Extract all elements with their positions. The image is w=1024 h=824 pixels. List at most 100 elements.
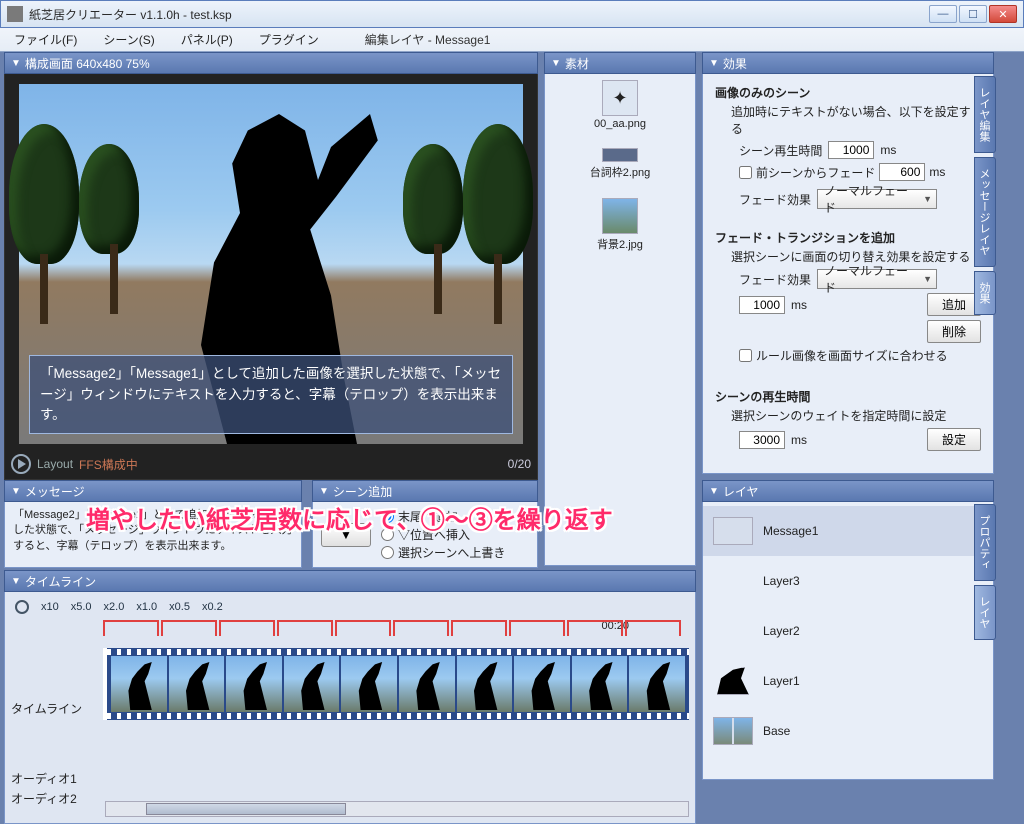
scene-play-input[interactable] (828, 141, 874, 159)
zoom-x10[interactable]: x10 (41, 601, 59, 613)
layer-row-layer2[interactable]: Layer2 (703, 606, 993, 656)
material-name: 00_aa.png (594, 118, 646, 130)
side-tab-effects[interactable]: 効果 (974, 271, 996, 315)
transition-effect-combo[interactable]: ノーマルフェード (817, 269, 937, 289)
zoom-x2[interactable]: x2.0 (104, 601, 125, 613)
track-label-audio2: オーディオ2 (11, 790, 77, 807)
scene-add-options: 末尾へ追加 ▽位置へ挿入 選択シーンへ上書き (381, 508, 505, 562)
zoom-x05[interactable]: x0.5 (169, 601, 190, 613)
side-tab-message-layer[interactable]: メッセージレイヤ (974, 157, 996, 267)
scene-add-option-append[interactable]: 末尾へ追加 (381, 508, 505, 526)
scene-add-panel: ▼シーン追加 ▼ 末尾へ追加 ▽位置へ挿入 選択シーンへ上書き (312, 480, 538, 568)
menu-bar: ファイル(F) シーン(S) パネル(P) プラグイン 編集レイヤ - Mess… (0, 28, 1024, 52)
collapse-icon: ▼ (709, 486, 719, 497)
prev-fade-checkbox[interactable] (739, 166, 752, 179)
zoom-x1[interactable]: x1.0 (136, 601, 157, 613)
scene-add-dropdown-button[interactable]: ▼ (321, 523, 371, 547)
material-item[interactable]: 背景2.jpg (549, 198, 691, 252)
message-header[interactable]: ▼メッセージ (4, 480, 302, 502)
material-item[interactable]: ✦ 00_aa.png (549, 80, 691, 130)
timeline-frame[interactable] (514, 656, 570, 712)
transition-time-input[interactable] (739, 296, 785, 314)
section-image-only-desc: 追加時にテキストがない場合、以下を設定する (731, 103, 981, 137)
minimize-button[interactable]: — (929, 5, 957, 23)
timeline-frame[interactable] (284, 656, 340, 712)
zoom-row: x10 x5.0 x2.0 x1.0 x0.5 x0.2 (11, 596, 689, 618)
collapse-icon: ▼ (11, 486, 21, 497)
layer-row-layer3[interactable]: Layer3 (703, 556, 993, 606)
window-title: 紙芝居クリエーター v1.1.0h - test.ksp (29, 6, 929, 23)
message-textarea[interactable]: 「Message2」「Message1」として追加した画像を選択した状態で、「メ… (4, 502, 302, 568)
tree-graphic (79, 144, 139, 254)
preview-header[interactable]: ▼構成画面 640x480 75% (4, 52, 538, 74)
collapse-icon: ▼ (11, 576, 21, 587)
tree-graphic (463, 124, 533, 264)
collapse-icon: ▼ (319, 486, 329, 497)
material-item[interactable]: 台詞枠2.png (549, 148, 691, 180)
timeline-ruler[interactable]: 00:20 (103, 620, 689, 648)
prev-fade-label: 前シーンからフェード (756, 164, 875, 181)
transition-add-button[interactable]: 追加 (927, 293, 981, 316)
timeline-frame[interactable] (226, 656, 282, 712)
maximize-button[interactable]: ☐ (959, 5, 987, 23)
play-icon[interactable] (11, 454, 31, 474)
collapse-icon: ▼ (551, 58, 561, 69)
wait-time-input[interactable] (739, 431, 785, 449)
layer-thumb (713, 667, 753, 695)
layer-row-layer1[interactable]: Layer1 (703, 656, 993, 706)
layer-thumb (713, 717, 753, 745)
zoom-x02[interactable]: x0.2 (202, 601, 223, 613)
timeline-panel: ▼タイムライン x10 x5.0 x2.0 x1.0 x0.5 x0.2 00:… (4, 570, 696, 824)
side-tab-layer-edit[interactable]: レイヤ編集 (974, 76, 996, 153)
transition-delete-button[interactable]: 削除 (927, 320, 981, 343)
layers-side-tabs: プロパティ レイヤ (974, 504, 996, 640)
timeline-frame[interactable] (341, 656, 397, 712)
timeline-header[interactable]: ▼タイムライン (4, 570, 696, 592)
layers-header[interactable]: ▼レイヤ (702, 480, 994, 502)
effects-side-tabs: レイヤ編集 メッセージレイヤ 効果 (974, 76, 996, 315)
material-thumb (602, 148, 638, 162)
message-box: 「Message2」「Message1」として追加した画像を選択した状態で、「メ… (29, 355, 513, 434)
timeline-frame[interactable] (572, 656, 628, 712)
message-panel: ▼メッセージ 「Message2」「Message1」として追加した画像を選択し… (4, 480, 302, 568)
menu-file[interactable]: ファイル(F) (8, 29, 83, 50)
zoom-x5[interactable]: x5.0 (71, 601, 92, 613)
prev-fade-input[interactable] (879, 163, 925, 181)
layers-panel: ▼レイヤ Message1 Layer3 Layer2 Layer1 Base … (702, 480, 994, 780)
fade-effect-combo[interactable]: ノーマルフェード (817, 189, 937, 209)
menu-plugin[interactable]: プラグイン (253, 29, 325, 50)
close-button[interactable]: ✕ (989, 5, 1017, 23)
loop-icon[interactable] (15, 600, 29, 614)
track-label-timeline: タイムライン (11, 700, 82, 717)
layer-row-message1[interactable]: Message1 (703, 506, 993, 556)
timeline-frame[interactable] (629, 656, 685, 712)
timeline-scrollbar[interactable] (105, 801, 689, 817)
scene-add-option-insert[interactable]: ▽位置へ挿入 (381, 526, 505, 544)
wait-set-button[interactable]: 設定 (927, 428, 981, 451)
scene-add-header[interactable]: ▼シーン追加 (312, 480, 538, 502)
material-name: 背景2.jpg (597, 236, 643, 252)
section-image-only: 画像のみのシーン (715, 84, 981, 101)
scene-add-option-overwrite[interactable]: 選択シーンへ上書き (381, 544, 505, 562)
preview-area[interactable]: 「Message2」「Message1」として追加した画像を選択した状態で、「メ… (4, 74, 538, 480)
edit-layer-indicator: 編集レイヤ - Message1 (359, 29, 497, 50)
materials-panel: ▼素材 ✦ 00_aa.png 台詞枠2.png 背景2.jpg (544, 52, 696, 566)
menu-panel[interactable]: パネル(P) (175, 29, 239, 50)
filmstrip[interactable] (103, 648, 689, 720)
effects-header[interactable]: ▼効果 (702, 52, 994, 74)
timeline-frame[interactable] (399, 656, 455, 712)
timeline-frame[interactable] (457, 656, 513, 712)
rule-image-label: ルール画像を画面サイズに合わせる (756, 347, 948, 364)
side-tab-layer[interactable]: レイヤ (974, 585, 996, 640)
scene-counter: 0/20 (508, 457, 531, 471)
menu-scene[interactable]: シーン(S) (97, 29, 160, 50)
scrollbar-thumb[interactable] (146, 803, 346, 815)
timeline-frame[interactable] (111, 656, 167, 712)
material-thumb: ✦ (602, 80, 638, 116)
rule-image-checkbox[interactable] (739, 349, 752, 362)
layer-row-base[interactable]: Base (703, 706, 993, 756)
tree-graphic (9, 124, 79, 264)
side-tab-property[interactable]: プロパティ (974, 504, 996, 581)
timeline-frame[interactable] (169, 656, 225, 712)
materials-header[interactable]: ▼素材 (544, 52, 696, 74)
